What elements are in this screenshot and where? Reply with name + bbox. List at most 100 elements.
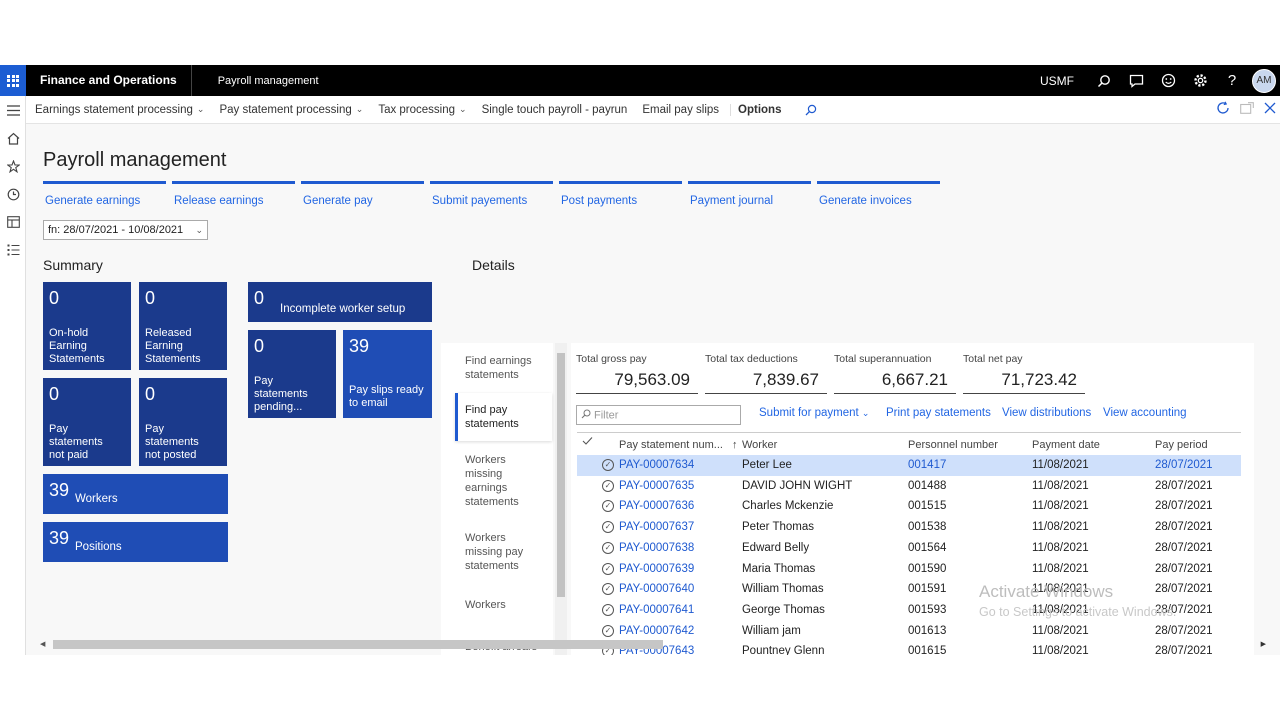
menu-options[interactable]: Options bbox=[730, 103, 781, 116]
cell-pay-statement-number[interactable]: PAY-00007639 bbox=[619, 563, 694, 575]
horizontal-scrollbar[interactable]: ◀ ▶ bbox=[40, 638, 1266, 650]
tile-released-earning-statements[interactable]: 0 Released Earning Statements bbox=[139, 282, 227, 370]
menu-pay-statement-processing[interactable]: Pay statement processing ⌄ bbox=[219, 104, 363, 116]
menu-label: Pay statement processing bbox=[219, 103, 352, 116]
tab-find-earnings-statements[interactable]: Find earnings statements bbox=[465, 354, 545, 382]
scroll-right-arrow-icon[interactable]: ▶ bbox=[1261, 640, 1266, 648]
cell-pay-statement-number[interactable]: PAY-00007640 bbox=[619, 583, 694, 595]
link-release-earnings[interactable]: Release earnings bbox=[172, 181, 295, 207]
table-row[interactable]: ✓ PAY-00007638 Edward Belly 001564 11/08/202… bbox=[577, 538, 1241, 559]
row-status-check-icon[interactable]: ✓ bbox=[602, 459, 614, 471]
scrollbar-thumb[interactable] bbox=[53, 640, 663, 649]
view-accounting-button[interactable]: View accounting bbox=[1103, 407, 1187, 419]
favorites-star-icon[interactable] bbox=[0, 152, 26, 180]
settings-gear-icon[interactable] bbox=[1184, 65, 1216, 96]
kpi-label: Total tax deductions bbox=[705, 353, 798, 365]
scrollbar-thumb[interactable] bbox=[557, 353, 565, 597]
scroll-left-arrow-icon[interactable]: ◀ bbox=[40, 640, 45, 648]
link-generate-earnings[interactable]: Generate earnings bbox=[43, 181, 166, 207]
menu-email-pay-slips[interactable]: Email pay slips bbox=[642, 104, 719, 116]
column-payment-date[interactable]: Payment date bbox=[1032, 439, 1100, 451]
search-icon[interactable] bbox=[1088, 65, 1120, 96]
cell-pay-period: 28/07/2021 bbox=[1155, 500, 1213, 513]
cell-worker: DAVID JOHN WIGHT bbox=[742, 479, 853, 492]
link-label: Submit payements bbox=[432, 195, 528, 207]
row-status-check-icon[interactable]: ✓ bbox=[602, 541, 614, 554]
cell-personnel-number: 001590 bbox=[908, 562, 947, 575]
link-generate-pay[interactable]: Generate pay bbox=[301, 181, 424, 207]
menu-tax-processing[interactable]: Tax processing ⌄ bbox=[378, 104, 466, 116]
row-status-check-icon[interactable]: ✓ bbox=[602, 562, 614, 575]
row-status-check-icon[interactable]: ✓ bbox=[602, 583, 614, 596]
tile-pay-statements-not-paid[interactable]: 0 Pay statements not paid bbox=[43, 378, 131, 466]
cell-pay-statement-number[interactable]: PAY-00007634 bbox=[619, 459, 694, 471]
refresh-icon[interactable] bbox=[1216, 101, 1230, 118]
menu-single-touch-payroll[interactable]: Single touch payroll - payrun bbox=[482, 104, 628, 116]
chevron-down-icon: ⌄ bbox=[196, 104, 205, 114]
row-status-check-icon[interactable]: ✓ bbox=[602, 500, 614, 513]
app-name[interactable]: Finance and Operations bbox=[26, 65, 192, 96]
view-distributions-button[interactable]: View distributions bbox=[1002, 407, 1091, 419]
table-row[interactable]: ✓ PAY-00007634 Peter Lee 001417 11/08/2021 28… bbox=[577, 455, 1241, 476]
cell-pay-statement-number[interactable]: PAY-00007635 bbox=[619, 480, 694, 492]
select-all-check-icon[interactable] bbox=[582, 436, 593, 449]
message-icon[interactable] bbox=[1120, 65, 1152, 96]
tabs-scrollbar[interactable]: ▼ bbox=[555, 343, 567, 655]
action-search-icon[interactable] bbox=[805, 104, 817, 116]
tab-workers[interactable]: Workers bbox=[465, 598, 545, 612]
submit-for-payment-button[interactable]: Submit for payment ⌄ bbox=[759, 407, 869, 419]
row-status-check-icon[interactable]: ✓ bbox=[602, 624, 614, 637]
column-worker[interactable]: Worker bbox=[742, 439, 777, 451]
link-label: Generate earnings bbox=[45, 195, 141, 207]
total-tax-deductions-value: 7,839.67 bbox=[705, 370, 827, 394]
open-new-window-icon[interactable] bbox=[1240, 102, 1254, 117]
row-status-check-icon[interactable]: ✓ bbox=[602, 521, 614, 534]
help-icon[interactable]: ? bbox=[1216, 65, 1248, 96]
workspaces-icon[interactable] bbox=[0, 208, 26, 236]
link-payment-journal[interactable]: Payment journal bbox=[688, 181, 811, 207]
row-status-check-icon[interactable]: ✓ bbox=[602, 479, 614, 492]
cell-pay-statement-number[interactable]: PAY-00007642 bbox=[619, 625, 694, 637]
table-row[interactable]: ✓ PAY-00007635 DAVID JOHN WIGHT 001488 11/08… bbox=[577, 476, 1241, 497]
row-status-check-icon[interactable]: ✓ bbox=[602, 603, 614, 616]
close-icon[interactable] bbox=[1264, 102, 1276, 117]
table-row[interactable]: ✓ PAY-00007639 Maria Thomas 001590 11/08/202… bbox=[577, 559, 1241, 580]
column-personnel-number[interactable]: Personnel number bbox=[908, 439, 998, 451]
cell-worker: Peter Lee bbox=[742, 459, 792, 471]
cell-pay-statement-number[interactable]: PAY-00007637 bbox=[619, 521, 694, 533]
link-generate-invoices[interactable]: Generate invoices bbox=[817, 181, 940, 207]
link-post-payments[interactable]: Post payments bbox=[559, 181, 682, 207]
recent-clock-icon[interactable] bbox=[0, 180, 26, 208]
link-submit-payements[interactable]: Submit payements bbox=[430, 181, 553, 207]
tile-pay-slips-ready-to-email[interactable]: 39 Pay slips ready to email bbox=[343, 330, 432, 418]
column-pay-period[interactable]: Pay period bbox=[1155, 439, 1208, 451]
tile-workers[interactable]: 39 Workers bbox=[43, 474, 228, 514]
cell-pay-statement-number[interactable]: PAY-00007641 bbox=[619, 604, 694, 616]
avatar[interactable]: AM bbox=[1252, 68, 1276, 93]
tile-on-hold-earning-statements[interactable]: 0 On-hold Earning Statements bbox=[43, 282, 131, 370]
tile-pay-statements-not-posted[interactable]: 0 Pay statements not posted bbox=[139, 378, 227, 466]
cell-pay-statement-number[interactable]: PAY-00007638 bbox=[619, 542, 694, 554]
tile-positions[interactable]: 39 Positions bbox=[43, 522, 228, 562]
feedback-smiley-icon[interactable] bbox=[1152, 65, 1184, 96]
company-picker[interactable]: USMF bbox=[1040, 74, 1074, 88]
menu-earnings-statement-processing[interactable]: Earnings statement processing ⌄ bbox=[35, 104, 204, 116]
home-icon[interactable] bbox=[0, 124, 26, 152]
table-row[interactable]: ✓ PAY-00007637 Peter Thomas 001538 11/08/202… bbox=[577, 517, 1241, 538]
pay-period-dropdown[interactable]: fn: 28/07/2021 - 10/08/2021 ⌄ bbox=[43, 220, 208, 240]
tile-incomplete-worker-setup[interactable]: 0 Incomplete worker setup bbox=[248, 282, 432, 322]
tile-pay-statements-pending[interactable]: 0 Pay statements pending... bbox=[248, 330, 336, 418]
tab-find-pay-statements[interactable]: Find pay statements bbox=[465, 403, 535, 431]
summary-heading: Summary bbox=[43, 257, 103, 273]
print-pay-statements-button[interactable]: Print pay statements bbox=[886, 407, 991, 419]
tab-workers-missing-earnings-statements[interactable]: Workers missing earnings statements bbox=[465, 453, 527, 509]
app-launcher-icon[interactable] bbox=[0, 65, 26, 96]
filter-input[interactable]: Filter bbox=[576, 405, 741, 425]
cell-pay-statement-number[interactable]: PAY-00007636 bbox=[619, 500, 694, 512]
column-pay-statement-number[interactable]: Pay statement num... ↑ bbox=[619, 439, 738, 451]
tab-workers-missing-pay-statements[interactable]: Workers missing pay statements bbox=[465, 531, 535, 573]
table-row[interactable]: ✓ PAY-00007636 Charles Mckenzie 001515 11/08… bbox=[577, 496, 1241, 517]
table-row[interactable]: ✓ PAY-00007640 William Thomas 001591 11/08/2… bbox=[577, 579, 1241, 600]
modules-list-icon[interactable] bbox=[0, 236, 26, 264]
hamburger-menu-icon[interactable] bbox=[0, 96, 26, 124]
